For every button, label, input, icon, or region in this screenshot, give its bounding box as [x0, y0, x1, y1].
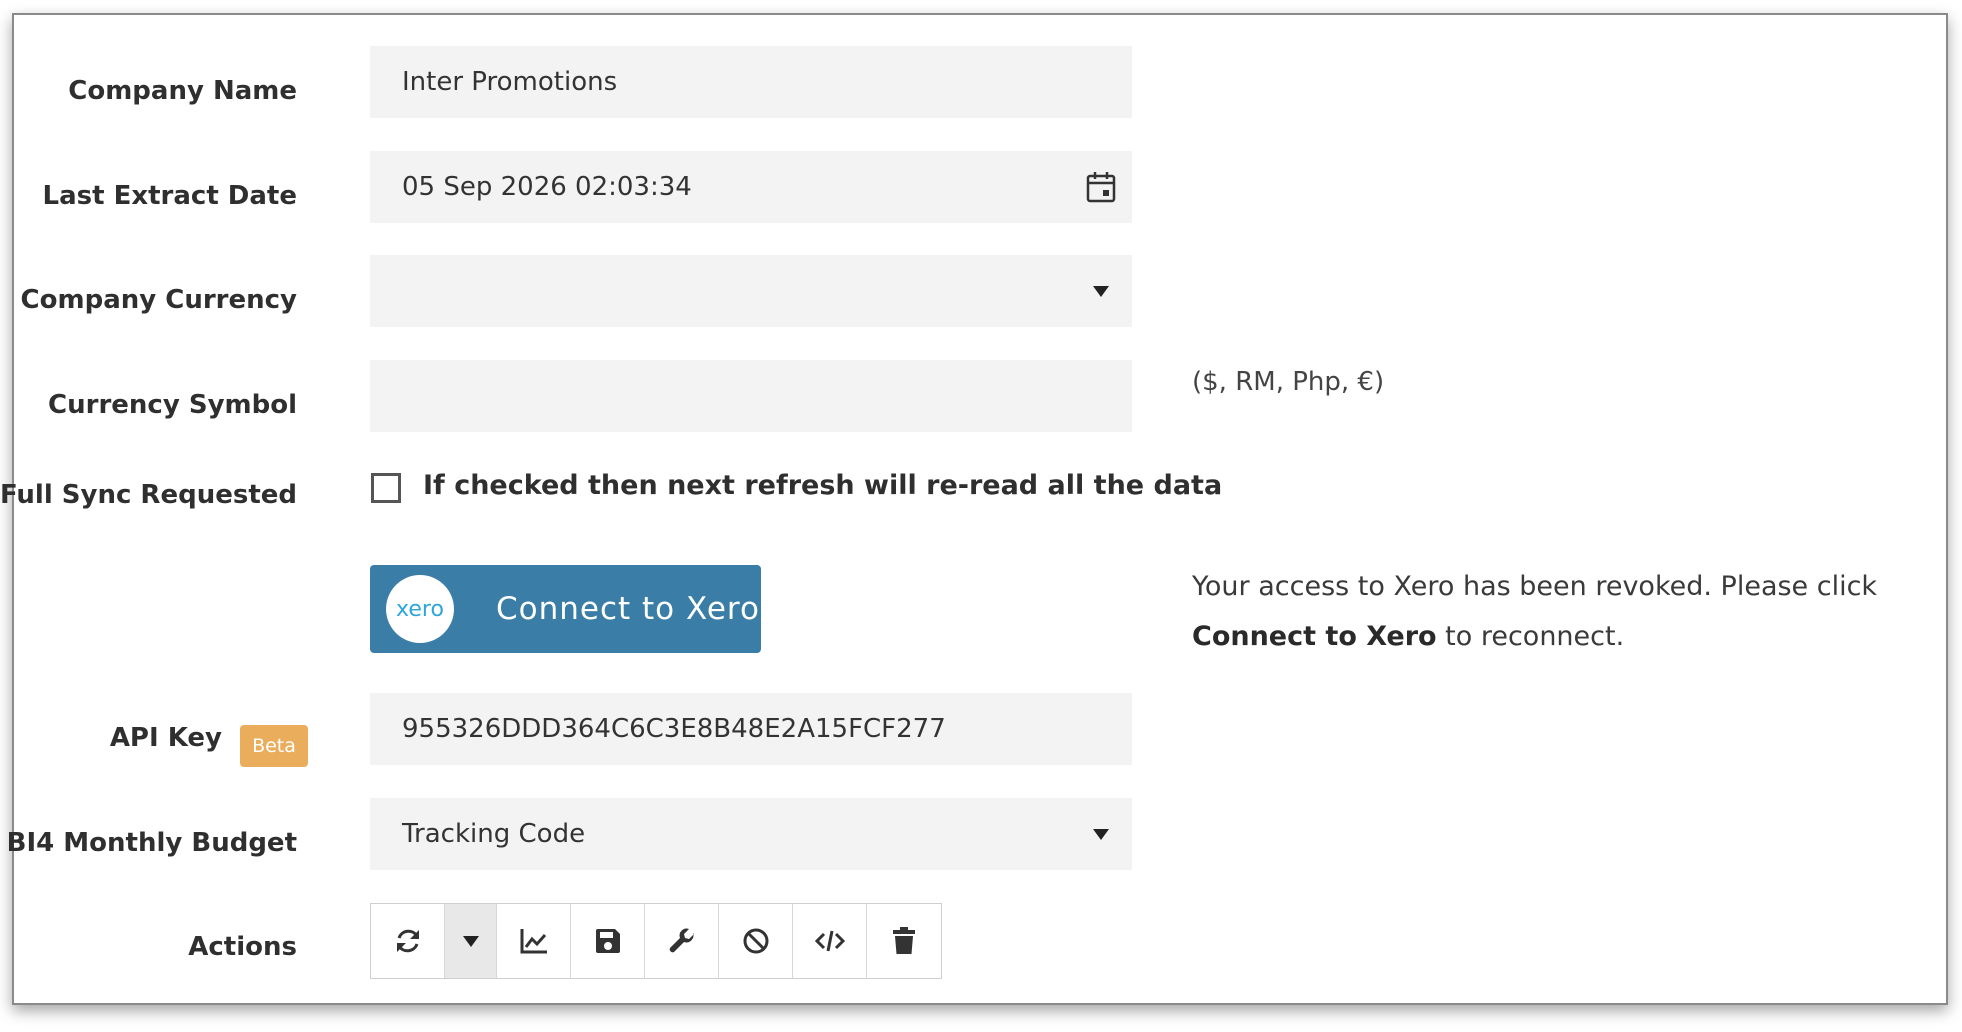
bi4-budget-label: BI4 Monthly Budget — [6, 828, 297, 858]
chart-line-icon — [520, 929, 547, 954]
currency-symbol-label: Currency Symbol — [48, 390, 297, 420]
currency-symbol-input[interactable] — [370, 360, 1132, 432]
bi4-budget-value: Tracking Code — [402, 819, 586, 849]
api-key-value: 955326DDD364C6C3E8B48E2A15FCF277 — [402, 714, 946, 744]
xero-message-pre: Your access to Xero has been revoked. Pl… — [1192, 571, 1878, 602]
xero-message-bold: Connect to Xero — [1192, 621, 1437, 652]
xero-revoked-message: Your access to Xero has been revoked. Pl… — [1192, 562, 1932, 662]
disable-button[interactable] — [719, 904, 793, 978]
company-name-label: Company Name — [68, 76, 297, 106]
dropdown-caret-icon — [1084, 817, 1118, 851]
embed-code-button[interactable] — [793, 904, 867, 978]
api-key-input[interactable]: 955326DDD364C6C3E8B48E2A15FCF277 — [370, 693, 1132, 765]
wrench-icon — [669, 928, 694, 953]
actions-label: Actions — [188, 932, 297, 962]
save-button[interactable] — [571, 904, 645, 978]
last-extract-date-value: 05 Sep 2026 02:03:34 — [402, 172, 692, 202]
full-sync-checkbox[interactable] — [371, 473, 401, 503]
api-key-label: API Key — [109, 723, 222, 753]
chart-button[interactable] — [497, 904, 571, 978]
full-sync-label: Full Sync Requested — [0, 480, 297, 510]
last-extract-date-input[interactable]: 05 Sep 2026 02:03:34 — [370, 151, 1132, 223]
calendar-icon[interactable] — [1084, 170, 1118, 204]
ban-icon — [743, 928, 768, 954]
company-currency-select[interactable] — [370, 255, 1132, 327]
currency-symbol-hint: ($, RM, Php, €) — [1192, 367, 1385, 397]
company-name-value: Inter Promotions — [402, 67, 618, 97]
refresh-button[interactable] — [371, 904, 445, 978]
trash-icon — [893, 927, 915, 954]
xero-logo-icon: xero — [386, 575, 454, 643]
company-name-input[interactable]: Inter Promotions — [370, 46, 1132, 118]
delete-button[interactable] — [867, 904, 941, 978]
dropdown-caret-icon — [1084, 274, 1118, 308]
connect-to-xero-button[interactable]: xero Connect to Xero — [370, 565, 761, 653]
connect-to-xero-label: Connect to Xero — [496, 591, 760, 627]
actions-toolbar — [370, 903, 942, 979]
refresh-icon — [396, 929, 419, 953]
save-icon — [595, 929, 620, 953]
settings-button[interactable] — [645, 904, 719, 978]
full-sync-checkbox-label: If checked then next refresh will re-rea… — [423, 470, 1223, 501]
code-icon — [814, 930, 845, 952]
refresh-dropdown-button[interactable] — [445, 904, 497, 978]
bi4-budget-select[interactable]: Tracking Code — [370, 798, 1132, 870]
company-currency-label: Company Currency — [20, 285, 297, 315]
chevron-down-icon — [462, 935, 479, 947]
xero-message-post: to reconnect. — [1436, 621, 1625, 652]
last-extract-date-label: Last Extract Date — [42, 181, 297, 211]
beta-badge: Beta — [240, 725, 308, 767]
